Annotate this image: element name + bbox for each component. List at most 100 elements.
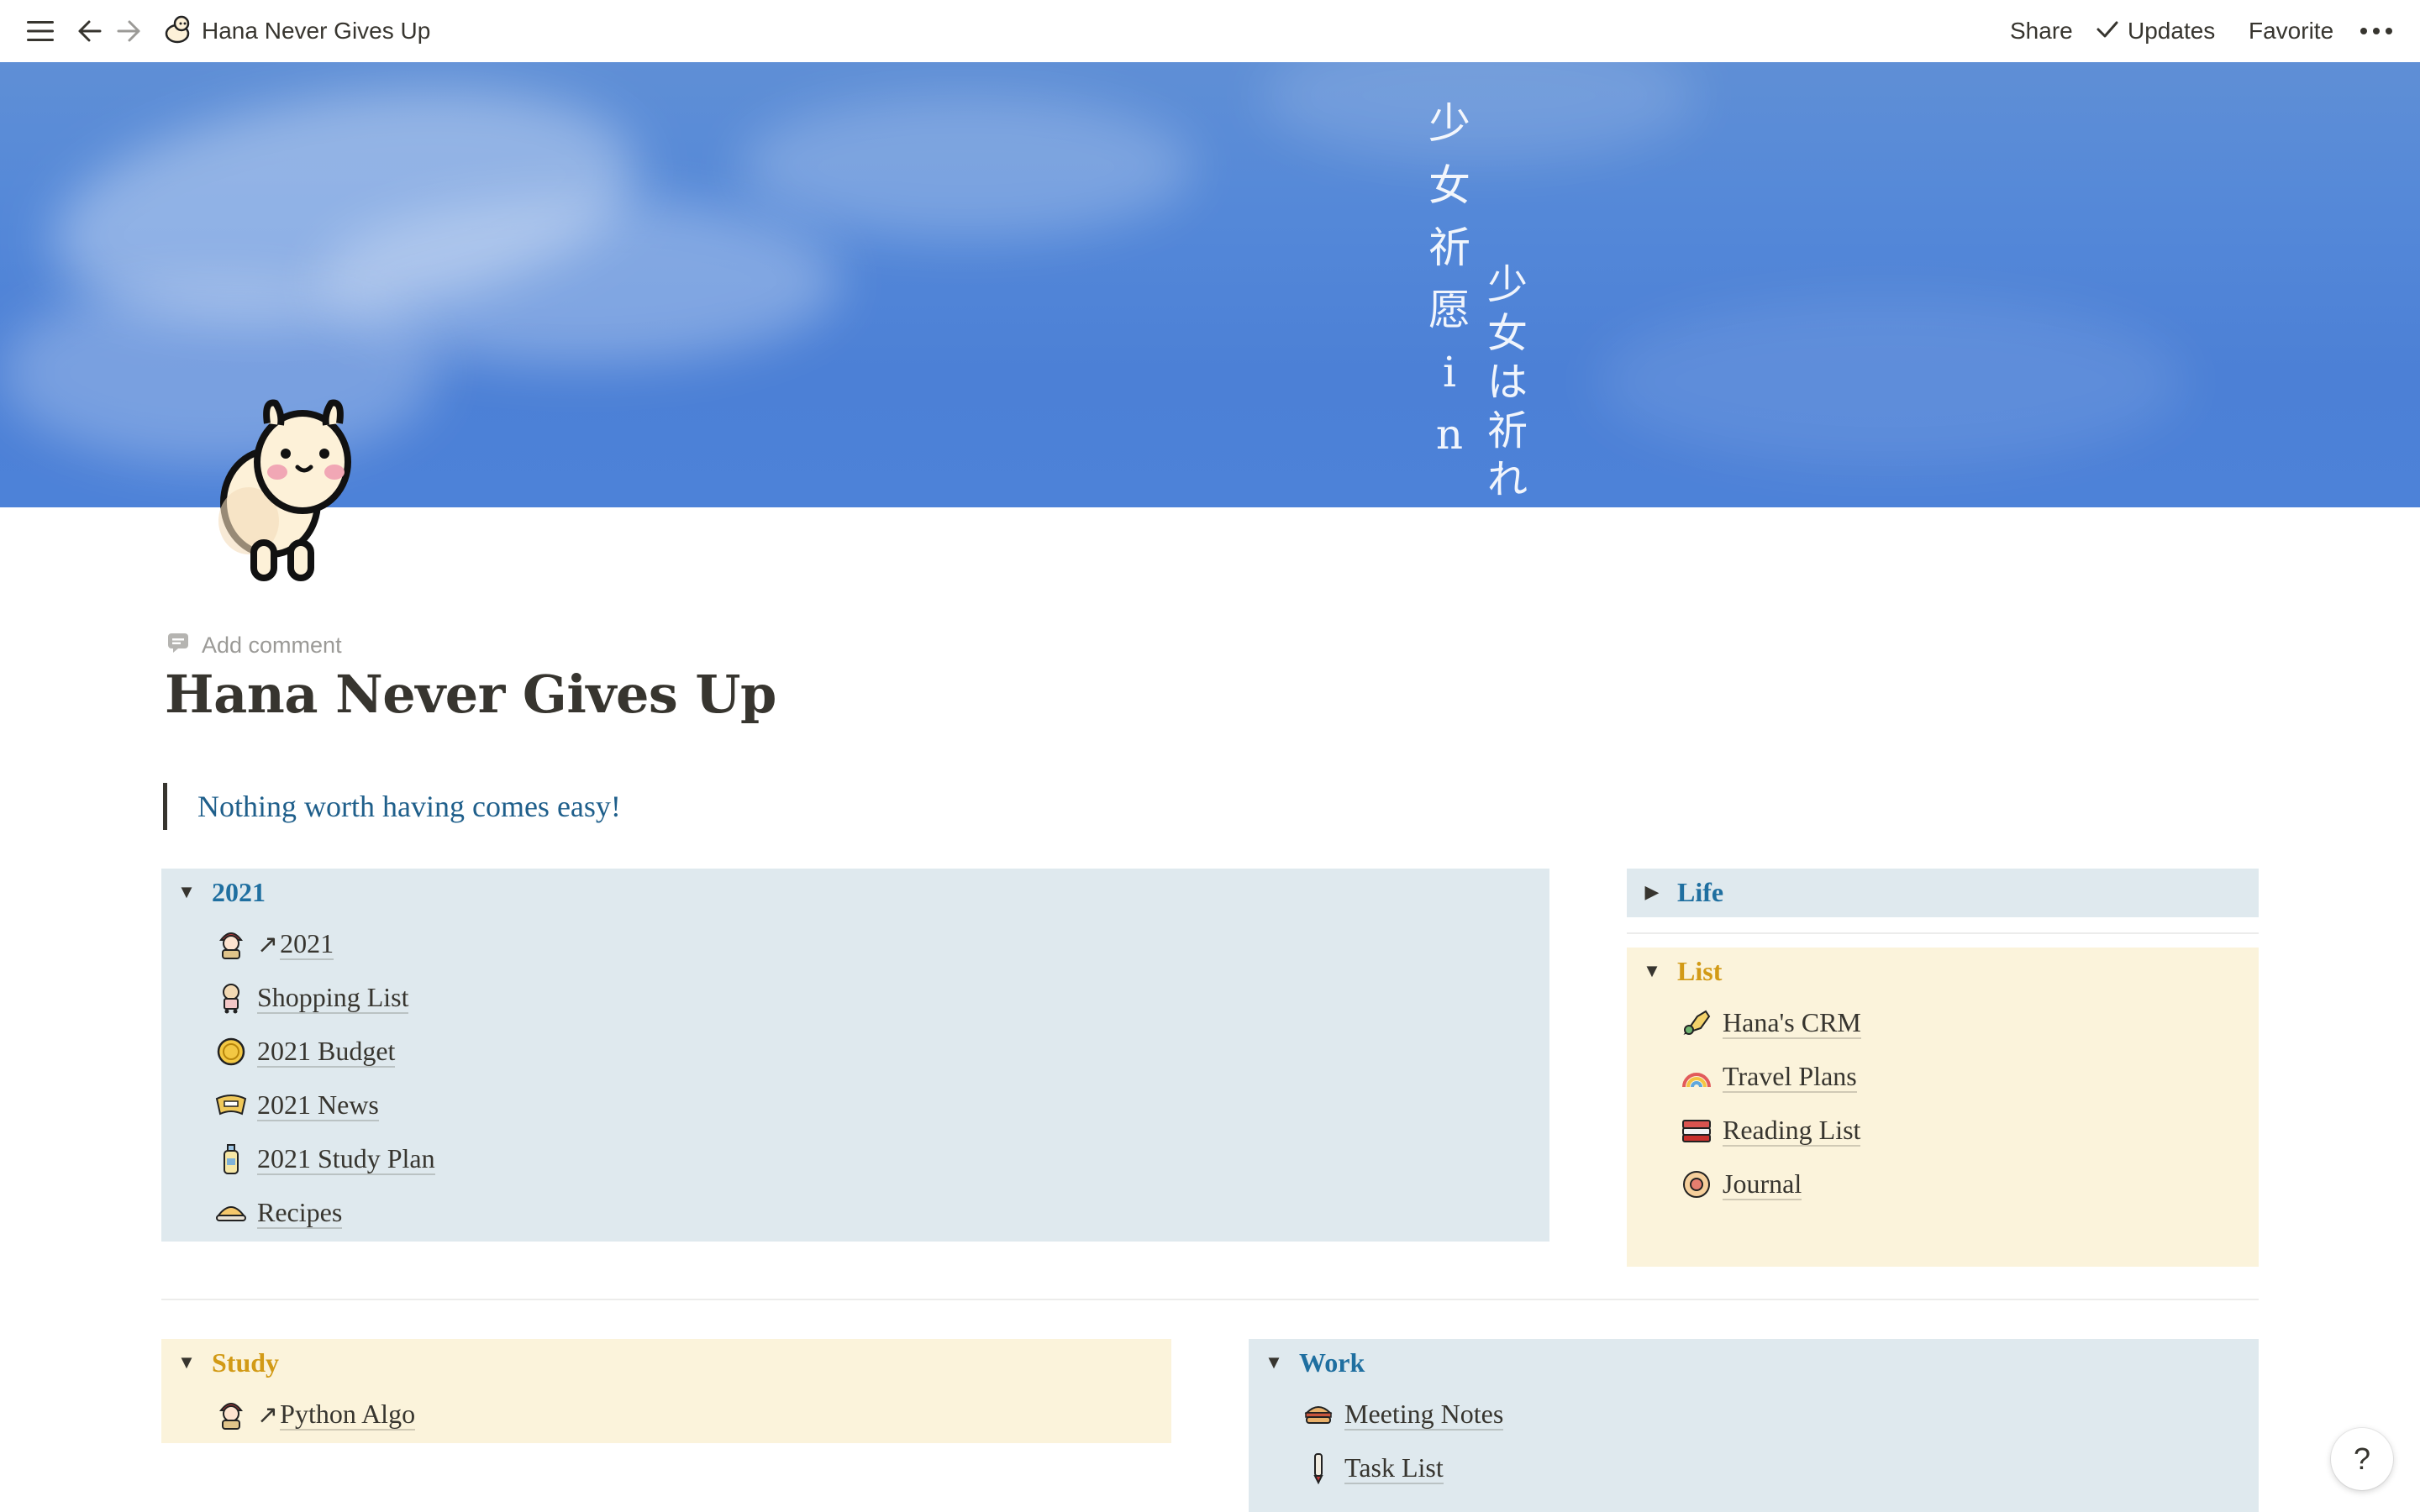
doll-icon <box>212 925 250 963</box>
toggle-block-life: ▶ Life <box>1627 869 2259 917</box>
updates-button[interactable]: Updates <box>2096 0 2215 62</box>
toggle-open-icon[interactable]: ▼ <box>161 1352 212 1373</box>
cover-char: 少 <box>1428 99 1470 148</box>
cover-char: は <box>1487 359 1528 406</box>
list-item-label: Hana's CRM <box>1723 1007 1861 1039</box>
cover-char: 祈 <box>1428 223 1470 272</box>
quote-text: Nothing worth having comes easy! <box>197 790 621 823</box>
cloud <box>739 96 1193 239</box>
list-item[interactable]: Task List <box>1299 1445 1444 1492</box>
list-item-label: 2021 News <box>257 1089 379 1121</box>
alpaca-icon <box>218 399 351 581</box>
list-item-label: Reading List <box>1723 1115 1861 1147</box>
toggle-open-icon[interactable]: ▼ <box>161 881 212 903</box>
toggle-block-study: ▼ Study ↗ Python Algo <box>161 1339 1171 1443</box>
toggle-header-list[interactable]: ▼ List <box>1627 948 1722 995</box>
breadcrumb-title: Hana Never Gives Up <box>202 18 431 44</box>
favorite-button[interactable]: Favorite <box>2249 0 2333 62</box>
newspaper-icon <box>212 1086 250 1125</box>
burger-icon <box>1299 1395 1338 1434</box>
comment-icon <box>166 632 190 659</box>
quote-block[interactable]: Nothing worth having comes easy! <box>163 783 621 830</box>
toggle-title[interactable]: Study <box>212 1347 279 1378</box>
list-item[interactable]: Recipes <box>212 1189 343 1236</box>
toggle-title[interactable]: Work <box>1299 1347 1365 1378</box>
list-item-label: 2021 Budget <box>257 1036 396 1068</box>
page-icon-alpaca[interactable] <box>198 395 371 585</box>
add-comment-label: Add comment <box>202 632 342 658</box>
checkmark-icon <box>2096 19 2119 44</box>
dish-icon <box>212 1194 250 1232</box>
list-item-label: 2021 Study Plan <box>257 1143 435 1175</box>
flower-icon <box>1677 1165 1716 1204</box>
cover-char: 愿 <box>1428 286 1470 334</box>
cover-char: 祈 <box>1487 407 1528 454</box>
forward-arrow-icon[interactable] <box>116 0 143 62</box>
bottle-icon <box>212 1140 250 1179</box>
toggle-header-study[interactable]: ▼ Study <box>161 1339 279 1386</box>
doll-icon <box>212 1395 250 1434</box>
cover-text-column-2: 少 女 は 祈 れ <box>1487 260 1528 504</box>
list-item-label: Meeting Notes <box>1344 1399 1504 1431</box>
toggle-closed-icon[interactable]: ▶ <box>1627 881 1677 903</box>
link-arrow-icon: ↗ <box>257 1399 279 1430</box>
book-icon <box>1677 1111 1716 1150</box>
cover-char: 女 <box>1428 161 1470 210</box>
list-item[interactable]: ↗ Python Algo <box>212 1391 416 1438</box>
cover-char: 少 <box>1487 261 1528 308</box>
list-item-label: Recipes <box>257 1197 343 1229</box>
phone-icon <box>1677 1004 1716 1042</box>
list-item[interactable]: Hana's CRM <box>1677 1000 1861 1047</box>
list-item[interactable]: 2021 News <box>212 1082 379 1129</box>
list-item[interactable]: 2021 Study Plan <box>212 1136 435 1183</box>
cover-text-column-1: 少 女 祈 愿 i n <box>1428 92 1470 465</box>
add-comment-button[interactable]: Add comment <box>166 628 342 662</box>
list-item[interactable]: Journal <box>1677 1161 1802 1208</box>
list-item[interactable]: Shopping List <box>212 974 409 1021</box>
toggle-header-work[interactable]: ▼ Work <box>1249 1339 1365 1386</box>
alpaca-icon <box>163 13 192 50</box>
help-button[interactable]: ? <box>2331 1428 2393 1490</box>
list-item-label: Task List <box>1344 1452 1444 1484</box>
updates-label: Updates <box>2128 18 2216 44</box>
list-item[interactable]: Reading List <box>1677 1107 1861 1154</box>
cover-char: n <box>1435 410 1464 459</box>
toggle-title[interactable]: 2021 <box>212 877 266 908</box>
toggle-block-list: ▼ List Hana's CRM Travel Plans Reading L… <box>1627 948 2259 1267</box>
toggle-header-2021[interactable]: ▼ 2021 <box>161 869 266 916</box>
cover-char: i <box>1443 348 1456 396</box>
cover-char: れ <box>1487 456 1528 503</box>
list-item[interactable]: 2021 Budget <box>212 1028 396 1075</box>
share-button[interactable]: Share <box>2010 0 2073 62</box>
sidebar-menu-icon[interactable] <box>25 0 55 62</box>
cart-icon <box>212 979 250 1017</box>
link-arrow-icon: ↗ <box>257 929 279 959</box>
list-item-label: Journal <box>1723 1168 1802 1200</box>
pen-icon <box>1299 1449 1338 1488</box>
toggle-header-life[interactable]: ▶ Life <box>1627 869 1724 916</box>
toggle-title[interactable]: List <box>1677 956 1722 987</box>
divider <box>1627 932 2259 934</box>
help-label: ? <box>2353 1441 2371 1476</box>
toggle-title[interactable]: Life <box>1677 877 1723 908</box>
top-bar: Hana Never Gives Up Share Updates Favori… <box>0 0 2420 62</box>
divider <box>161 1299 2259 1300</box>
list-item-label: Travel Plans <box>1723 1061 1857 1093</box>
toggle-open-icon[interactable]: ▼ <box>1249 1352 1299 1373</box>
more-options-icon[interactable] <box>2360 0 2393 62</box>
list-item[interactable]: ↗ 2021 <box>212 921 334 968</box>
cover-char: 女 <box>1487 310 1528 357</box>
back-arrow-icon[interactable] <box>76 0 103 62</box>
toggle-open-icon[interactable]: ▼ <box>1627 960 1677 982</box>
cloud <box>1260 62 1697 163</box>
toggle-block-work: ▼ Work Meeting Notes Task List <box>1249 1339 2259 1512</box>
page-title[interactable]: Hana Never Gives Up <box>165 664 776 725</box>
list-item-label: Python Algo <box>280 1399 416 1431</box>
rainbow-icon <box>1677 1058 1716 1096</box>
list-item[interactable]: Travel Plans <box>1677 1053 1857 1100</box>
breadcrumb[interactable]: Hana Never Gives Up <box>163 0 430 62</box>
coin-icon <box>212 1032 250 1071</box>
list-item[interactable]: Meeting Notes <box>1299 1391 1504 1438</box>
toggle-block-2021: ▼ 2021 ↗ 2021 Shopping List 2021 Budget … <box>161 869 1549 1242</box>
list-item-label: 2021 <box>280 928 334 960</box>
